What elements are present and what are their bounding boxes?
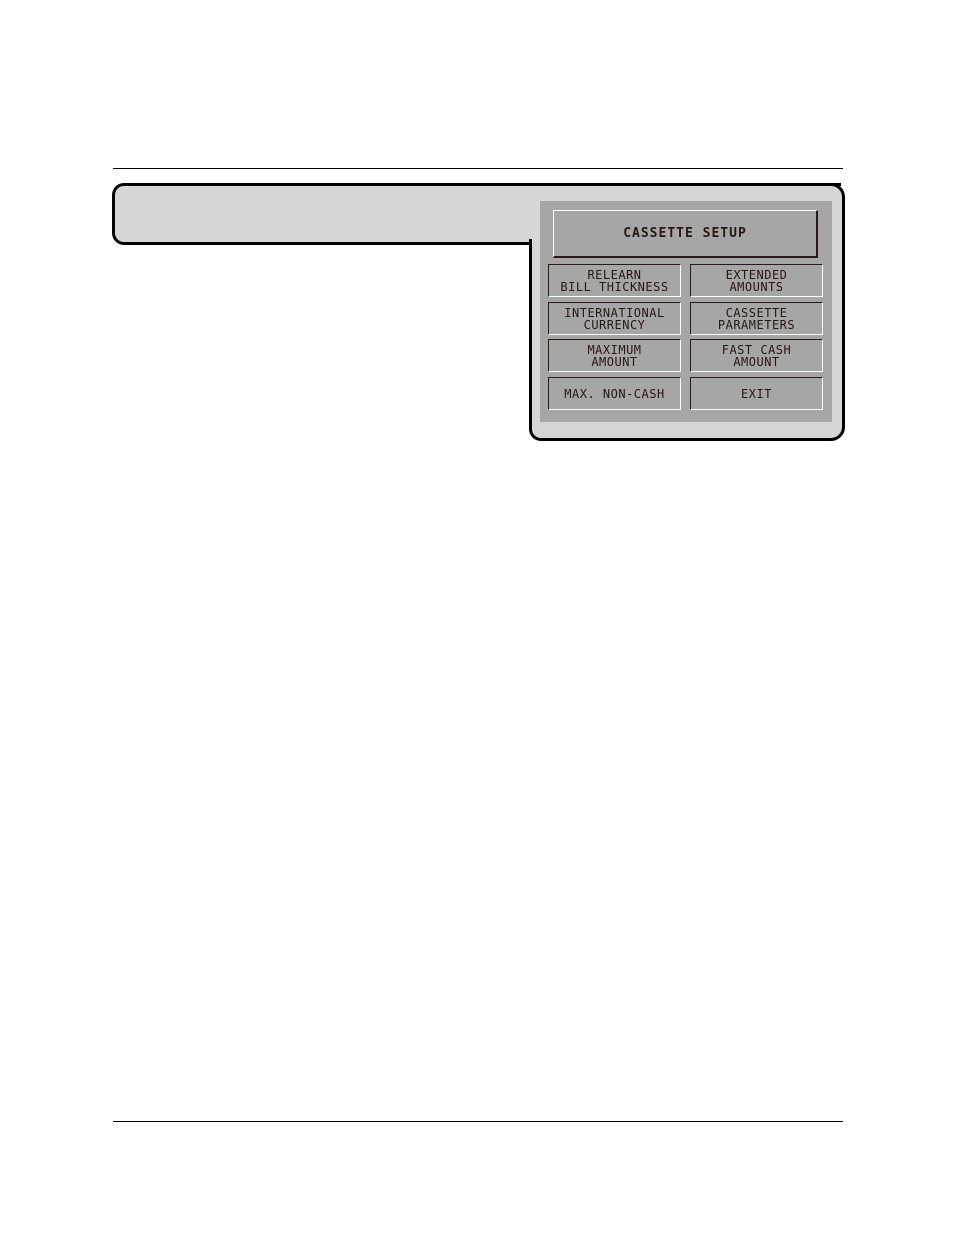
button-label-line: MAX. NON-CASH (564, 386, 665, 401)
button-label-line: EXIT (741, 386, 772, 401)
extended-amounts-button[interactable]: EXTENDED AMOUNTS (690, 264, 823, 297)
button-label-line: EXTENDED (725, 267, 788, 282)
button-label-line: INTERNATIONAL (564, 305, 665, 320)
button-label-line: CURRENCY (583, 317, 646, 332)
maximum-amount-button[interactable]: MAXIMUM AMOUNT (548, 339, 681, 372)
button-label-line: MAXIMUM (587, 342, 642, 357)
screen-title: CASSETTE SETUP (553, 210, 818, 258)
button-label-line: RELEARN (587, 267, 642, 282)
exit-button[interactable]: EXIT (690, 377, 823, 410)
footer-rule (113, 1121, 843, 1122)
button-label-line: FAST CASH (721, 342, 792, 357)
button-label-line: BILL THICKNESS (560, 279, 669, 294)
international-currency-button[interactable]: INTERNATIONAL CURRENCY (548, 302, 681, 335)
button-label-line: PARAMETERS (717, 317, 796, 332)
button-label-line: AMOUNTS (729, 279, 784, 294)
relearn-bill-thickness-button[interactable]: RELEARN BILL THICKNESS (548, 264, 681, 297)
fast-cash-amount-button[interactable]: FAST CASH AMOUNT (690, 339, 823, 372)
button-label-line: AMOUNT (591, 354, 638, 369)
button-label-line: CASSETTE (725, 305, 788, 320)
button-label-line: AMOUNT (733, 354, 780, 369)
header-rule (113, 168, 843, 169)
cassette-parameters-button[interactable]: CASSETTE PARAMETERS (690, 302, 823, 335)
max-non-cash-button[interactable]: MAX. NON-CASH (548, 377, 681, 410)
